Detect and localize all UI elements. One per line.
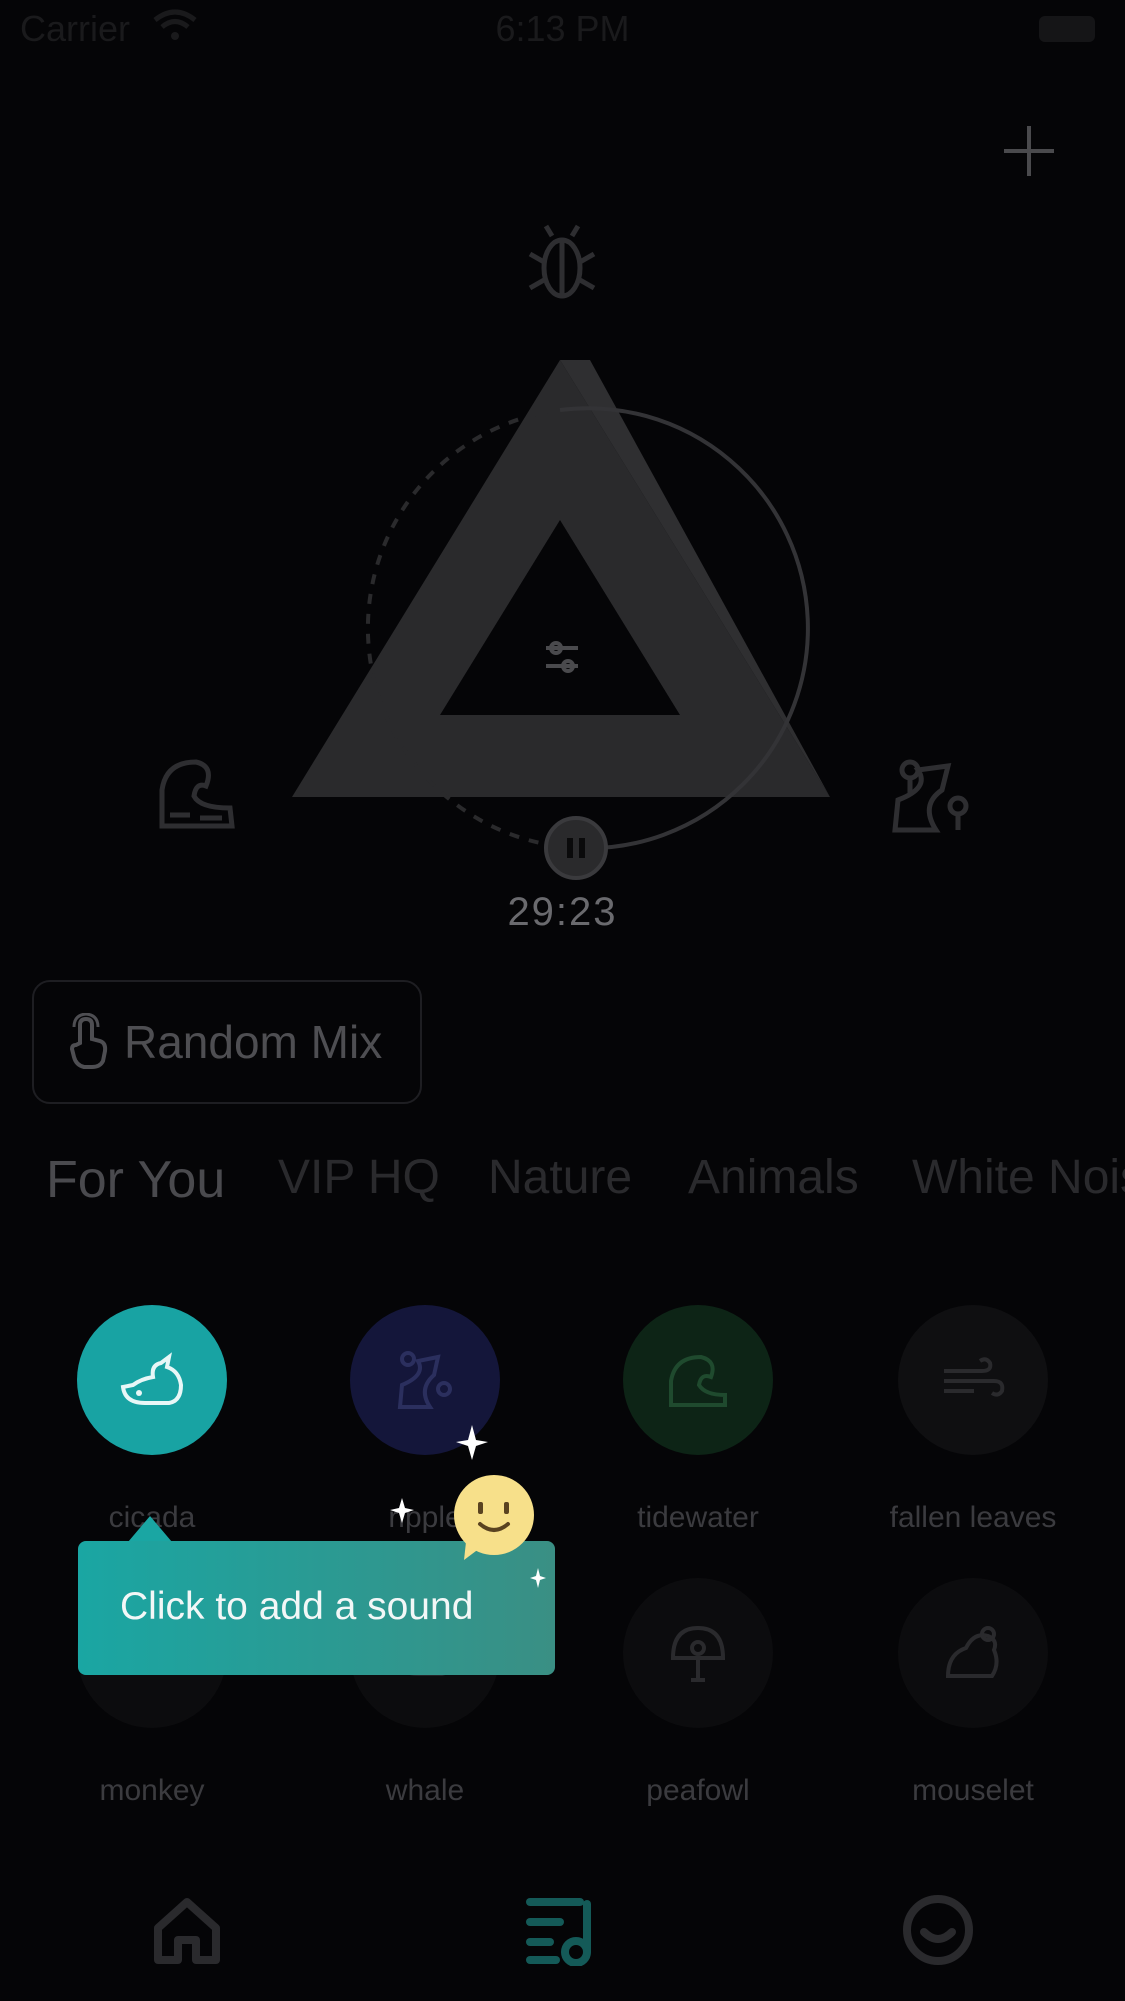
pause-button[interactable]: [544, 816, 608, 880]
status-time: 6:13 PM: [495, 8, 630, 49]
sound-item-mouselet[interactable]: mouselet: [873, 1578, 1073, 1808]
ripple-icon: [397, 1351, 452, 1409]
status-bar: Carrier 6:13 PM: [0, 0, 1125, 60]
whale-icon: [120, 1352, 184, 1405]
sound-item-cicada[interactable]: cicada: [52, 1305, 252, 1535]
sound-circle[interactable]: [77, 1305, 227, 1455]
sound-circle[interactable]: [623, 1578, 773, 1728]
tooltip-text: Click to add a sound: [120, 1585, 474, 1628]
random-mix-button[interactable]: Random Mix: [32, 980, 422, 1104]
peafowl-icon: [670, 1625, 726, 1682]
ripple-icon[interactable]: [892, 759, 969, 833]
sound-circle[interactable]: [623, 1305, 773, 1455]
bottom-tab-bar: [0, 1858, 1125, 2001]
mouse-icon: [945, 1626, 999, 1678]
battery-icon: [1039, 16, 1095, 42]
sound-circle[interactable]: [898, 1578, 1048, 1728]
sound-label: mouselet: [912, 1774, 1034, 1807]
sound-circle[interactable]: [898, 1305, 1048, 1455]
tab-vip-hq[interactable]: VIP HQ: [278, 1150, 440, 1205]
hand-tap-icon: [69, 1013, 108, 1069]
add-mix-button[interactable]: [998, 120, 1060, 182]
timer-label: 29:23: [507, 890, 618, 934]
tab-nature[interactable]: Nature: [488, 1150, 632, 1205]
wave-icon[interactable]: [159, 759, 235, 829]
tab-for-you[interactable]: For You: [46, 1150, 225, 1210]
sound-label: monkey: [99, 1774, 205, 1807]
wind-icon: [944, 1357, 1005, 1397]
bug-icon[interactable]: [528, 224, 596, 299]
sound-item-peafowl[interactable]: peafowl: [598, 1578, 798, 1808]
wave-icon: [669, 1354, 727, 1407]
profile-icon[interactable]: [902, 1894, 974, 1966]
smiley-icon: [390, 1425, 546, 1588]
sound-mixer-triangle[interactable]: [0, 200, 1125, 900]
sound-label: whale: [385, 1774, 465, 1807]
random-mix-label: Random Mix: [124, 1016, 383, 1068]
category-tabs: For You VIP HQ Nature Animals White Nois: [0, 1150, 1125, 1220]
home-icon[interactable]: [152, 1896, 222, 1966]
tab-white-noise[interactable]: White Nois: [912, 1150, 1125, 1205]
sound-item-tidewater[interactable]: tidewater: [598, 1305, 798, 1535]
sound-label: tidewater: [637, 1501, 759, 1534]
sound-label: fallen leaves: [889, 1501, 1057, 1534]
sound-label: peafowl: [646, 1774, 750, 1807]
sound-item-fallen-leaves[interactable]: fallen leaves: [873, 1305, 1073, 1535]
sounds-icon[interactable]: [526, 1894, 598, 1966]
tab-animals[interactable]: Animals: [688, 1150, 859, 1205]
tooltip-arrow: [128, 1516, 172, 1542]
